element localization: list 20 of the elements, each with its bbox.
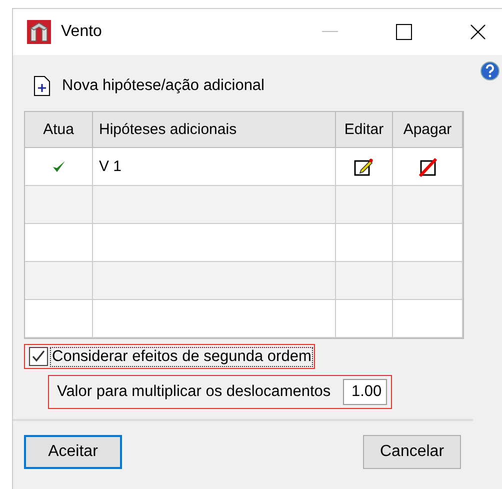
column-header[interactable]: Hipóteses adicionais: [93, 112, 336, 148]
checkbox[interactable]: [29, 347, 48, 366]
new-document-icon: [34, 76, 50, 96]
delete-icon[interactable]: [418, 156, 438, 176]
column-header[interactable]: Atua: [25, 112, 93, 148]
pencil-edit-icon[interactable]: [354, 156, 374, 176]
table-cell: V 1: [93, 148, 336, 186]
new-action-link[interactable]: Nova hipótese/ação adicional: [24, 71, 502, 101]
field-label: Valor para multiplicar os deslocamentos: [57, 383, 331, 401]
column-header[interactable]: Apagar: [393, 112, 463, 148]
dialog-button[interactable]: Cancelar: [363, 435, 461, 469]
close-icon[interactable]: [470, 24, 486, 40]
maximize-icon[interactable]: [396, 24, 412, 40]
checkbox-label[interactable]: Considerar efeitos de segunda ordem: [51, 348, 312, 366]
app-icon: [27, 20, 51, 44]
column-header[interactable]: Editar: [336, 112, 393, 148]
dialog-button[interactable]: Aceitar: [24, 435, 122, 469]
number-field[interactable]: 1.00: [342, 379, 387, 405]
help-icon[interactable]: [480, 61, 500, 81]
window-title: Vento: [61, 23, 102, 41]
